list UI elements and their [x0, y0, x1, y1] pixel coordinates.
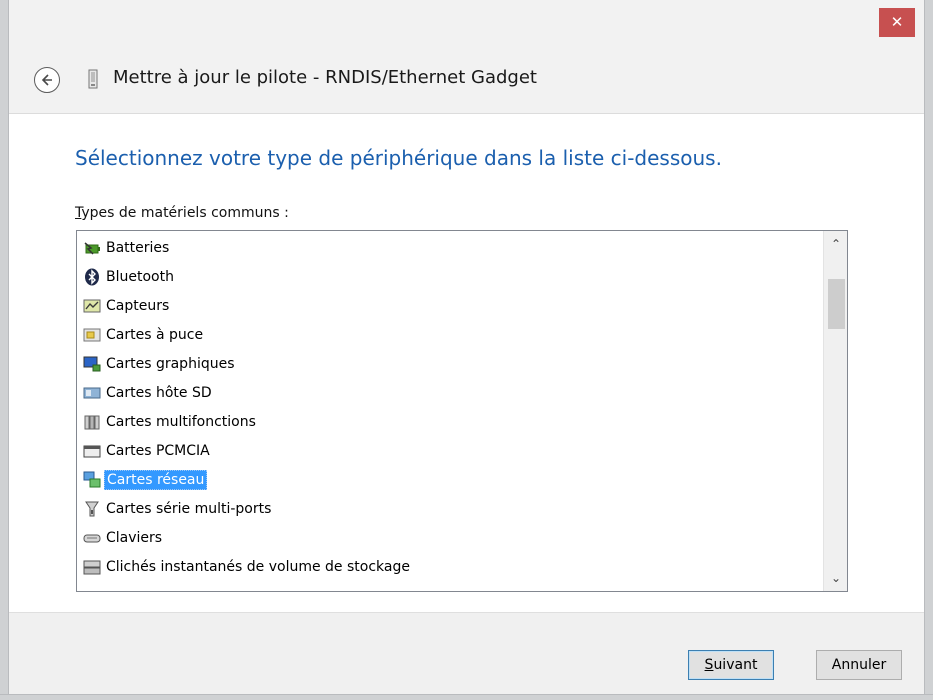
- scroll-up-button[interactable]: ⌃: [824, 231, 847, 255]
- keyboard-icon: [83, 534, 101, 543]
- list-item-cartes-graphiques[interactable]: Cartes graphiques: [83, 352, 237, 376]
- page-heading: Sélectionnez votre type de périphérique …: [75, 146, 722, 170]
- list-item-cartes-reseau[interactable]: Cartes réseau: [83, 468, 208, 492]
- list-item-label: Bluetooth: [106, 269, 174, 285]
- list-item-label: Cartes à puce: [106, 327, 204, 343]
- next-button-text: uivant: [713, 657, 758, 673]
- list-item-cartes-serie-multi-ports[interactable]: Cartes série multi-ports: [83, 497, 273, 521]
- list-item-bluetooth[interactable]: Bluetooth: [83, 265, 176, 289]
- list-item-cartes-hote-sd[interactable]: Cartes hôte SD: [83, 381, 214, 405]
- list-item-claviers[interactable]: Claviers: [83, 526, 164, 550]
- window-frame-left: [0, 0, 9, 700]
- list-item-batteries[interactable]: Batteries: [83, 236, 171, 260]
- list-item-label: Cartes PCMCIA: [106, 443, 210, 459]
- back-button[interactable]: [34, 67, 60, 93]
- list-item-cartes-pcmcia[interactable]: Cartes PCMCIA: [83, 439, 212, 463]
- list-item-label: Batteries: [106, 240, 170, 256]
- list-label-text: ypes de matériels communs :: [81, 205, 289, 221]
- list-item-label: Capteurs: [106, 298, 170, 314]
- multiport-serial-icon: [85, 501, 99, 517]
- bluetooth-icon: [85, 268, 99, 286]
- window-frame-bottom: [0, 694, 933, 700]
- window-frame-right: [924, 0, 933, 700]
- list-scrollbar[interactable]: ⌃ ⌄: [823, 231, 847, 591]
- list-item-cartes-multifonctions[interactable]: Cartes multifonctions: [83, 410, 258, 434]
- list-item-cartes-a-puce[interactable]: Cartes à puce: [83, 323, 205, 347]
- scroll-down-button[interactable]: ⌄: [824, 567, 847, 591]
- list-item-label: Cartes réseau: [104, 470, 208, 490]
- list-item-cliches-instantanes[interactable]: Clichés instantanés de volume de stockag…: [83, 555, 412, 579]
- multifunction-card-icon: [84, 415, 100, 430]
- pcmcia-icon: [83, 445, 101, 458]
- close-button[interactable]: ✕: [879, 8, 915, 37]
- list-item-label: Cartes graphiques: [106, 356, 235, 372]
- display-adapter-icon: [83, 356, 101, 372]
- list-label: Types de matériels communs :: [75, 205, 289, 221]
- sensor-icon: [83, 299, 101, 313]
- device-icon: [88, 69, 98, 89]
- battery-icon: [84, 242, 100, 255]
- window-title: Mettre à jour le pilote - RNDIS/Ethernet…: [113, 67, 537, 88]
- storage-snapshot-icon: [83, 560, 101, 575]
- back-arrow-icon: [41, 74, 52, 86]
- scroll-thumb[interactable]: [828, 279, 845, 329]
- next-button[interactable]: Suivant: [688, 650, 774, 680]
- network-adapter-icon: [83, 471, 101, 488]
- list-item-label: Cartes hôte SD: [106, 385, 212, 401]
- sd-host-icon: [83, 387, 101, 399]
- dialog-footer: Suivant Annuler: [9, 612, 924, 696]
- list-item-label: Claviers: [106, 530, 163, 546]
- smart-card-icon: [83, 328, 101, 342]
- list-item-label: Clichés instantanés de volume de stockag…: [106, 559, 410, 575]
- list-item-label: Cartes multifonctions: [106, 414, 256, 430]
- list-item-label: Cartes série multi-ports: [106, 501, 272, 517]
- hardware-type-list[interactable]: Batteries Bluetooth Capteurs Cartes à pu…: [76, 230, 848, 592]
- window-header: ✕ Mettre à jour le pilote - RNDIS/Ethern…: [9, 0, 924, 114]
- cancel-button[interactable]: Annuler: [816, 650, 902, 680]
- list-item-capteurs[interactable]: Capteurs: [83, 294, 171, 318]
